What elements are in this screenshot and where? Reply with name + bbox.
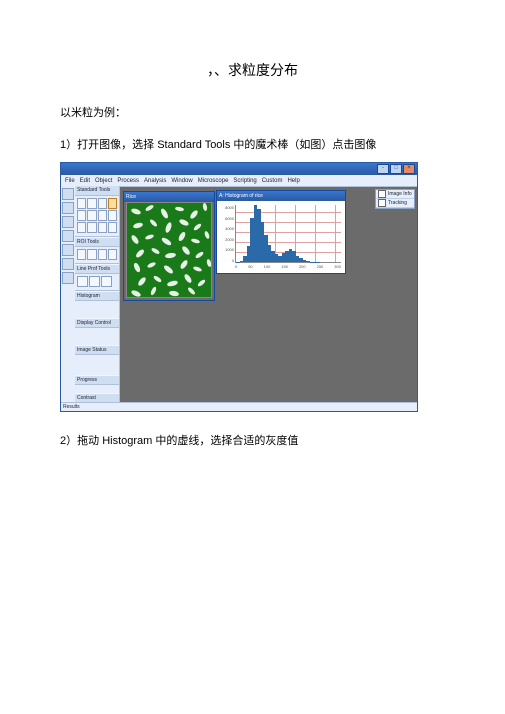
section-progress[interactable]: Progress <box>75 375 119 385</box>
status-bar: Results <box>61 402 417 411</box>
menu-help[interactable]: Help <box>287 178 299 184</box>
close-button[interactable]: × <box>403 164 415 174</box>
thumb-icon <box>378 190 386 198</box>
toolbar-icon[interactable] <box>62 244 74 256</box>
section-display[interactable]: Display Control <box>75 318 119 328</box>
step-2-tool: Histogram <box>102 435 152 447</box>
left-toolbar <box>61 186 76 403</box>
section-imgstatus[interactable]: Image Status <box>75 345 119 355</box>
window-controls: ‐ □ × <box>377 164 415 174</box>
step-2-suffix: 中的虚线，选择合适的灰度值 <box>152 435 298 447</box>
tool-line-icon[interactable] <box>98 210 107 221</box>
section-histogram[interactable]: Histogram <box>75 291 119 301</box>
tool-pointer-icon[interactable] <box>77 198 86 209</box>
image-canvas[interactable] <box>126 202 212 298</box>
section-lineprof[interactable]: Line Prof Tools <box>75 264 119 274</box>
side-panel-header: Standard Tools <box>75 186 119 196</box>
right-panel-item[interactable]: Tracking <box>376 199 414 208</box>
maximize-button[interactable]: □ <box>390 164 402 174</box>
step-1-tool: Standard Tools <box>157 139 230 151</box>
toolbar-icon[interactable] <box>62 272 74 284</box>
menu-microscope[interactable]: Microscope <box>198 178 229 184</box>
menu-edit[interactable]: Edit <box>80 178 90 184</box>
lp-tool-icon[interactable] <box>101 276 112 287</box>
step-2-num: 2）拖动 <box>60 435 102 447</box>
page-title: ，、求粒度分布 <box>60 60 445 80</box>
lp-tool-icon[interactable] <box>89 276 100 287</box>
image-window[interactable]: Rice <box>123 191 215 301</box>
menu-analysis[interactable]: Analysis <box>144 178 166 184</box>
lineprof-tools-grid <box>75 274 119 291</box>
hist-plot-area[interactable] <box>235 205 341 263</box>
app-screenshot: ‐ □ × File Edit Object Process Analysis … <box>60 162 418 412</box>
side-panel: Standard Tools <box>75 186 120 403</box>
hist-bars <box>236 205 341 262</box>
step-1-num: 1）打开图像，选择 <box>60 139 157 151</box>
step-1: 1）打开图像，选择 Standard Tools 中的魔术棒（如图）点击图像 <box>60 136 445 152</box>
hist-x-axis: 0 50 100 150 200 250 300 <box>235 264 341 273</box>
minimize-button[interactable]: ‐ <box>377 164 389 174</box>
toolbar-icon[interactable] <box>62 230 74 242</box>
tool-magic-wand-icon[interactable] <box>108 198 117 209</box>
hist-y-axis: 0 1000 2000 4000 6000 8000 <box>217 205 235 263</box>
toolbar-icon[interactable] <box>62 188 74 200</box>
step-2: 2）拖动 Histogram 中的虚线，选择合适的灰度值 <box>60 432 445 448</box>
app-titlebar: ‐ □ × <box>61 163 417 175</box>
toolbar-icon[interactable] <box>62 216 74 228</box>
tool-free-icon[interactable] <box>98 222 107 233</box>
histogram-window[interactable]: A: Histogram of rice 0 1000 2000 4000 60… <box>216 190 346 274</box>
tool-poly-icon[interactable] <box>87 222 96 233</box>
right-panel: Image Info Tracking <box>375 189 415 209</box>
standard-tools-grid <box>75 196 119 237</box>
histogram-body: 0 1000 2000 4000 6000 8000 0 50 100 150 … <box>217 201 345 273</box>
roi-tool-icon[interactable] <box>87 249 96 260</box>
roi-tools-grid <box>75 247 119 264</box>
roi-tool-icon[interactable] <box>77 249 86 260</box>
lp-tool-icon[interactable] <box>77 276 88 287</box>
image-window-title: Rice <box>124 192 214 202</box>
menu-object[interactable]: Object <box>95 178 112 184</box>
tool-zoom-icon[interactable] <box>98 198 107 209</box>
tool-rect-icon[interactable] <box>77 210 86 221</box>
roi-tool-icon[interactable] <box>108 249 117 260</box>
tool-eyedrop-icon[interactable] <box>108 222 117 233</box>
menu-scripting[interactable]: Scripting <box>233 178 256 184</box>
right-panel-item[interactable]: Image Info <box>376 190 414 199</box>
tool-text-icon[interactable] <box>87 210 96 221</box>
tool-crop-icon[interactable] <box>108 210 117 221</box>
roi-tool-icon[interactable] <box>98 249 107 260</box>
intro-text: 以米粒为例： <box>60 104 445 120</box>
tool-hand-icon[interactable] <box>87 198 96 209</box>
menu-window[interactable]: Window <box>171 178 192 184</box>
thumb-icon <box>378 199 386 207</box>
step-1-suffix: 中的魔术棒（如图）点击图像 <box>230 139 376 151</box>
section-roi[interactable]: ROI Tools <box>75 237 119 247</box>
tool-oval-icon[interactable] <box>77 222 86 233</box>
toolbar-icon[interactable] <box>62 258 74 270</box>
menu-process[interactable]: Process <box>117 178 139 184</box>
toolbar-icon[interactable] <box>62 202 74 214</box>
histogram-window-title: A: Histogram of rice <box>217 191 345 201</box>
menu-file[interactable]: File <box>65 178 75 184</box>
menu-custom[interactable]: Custom <box>262 178 283 184</box>
